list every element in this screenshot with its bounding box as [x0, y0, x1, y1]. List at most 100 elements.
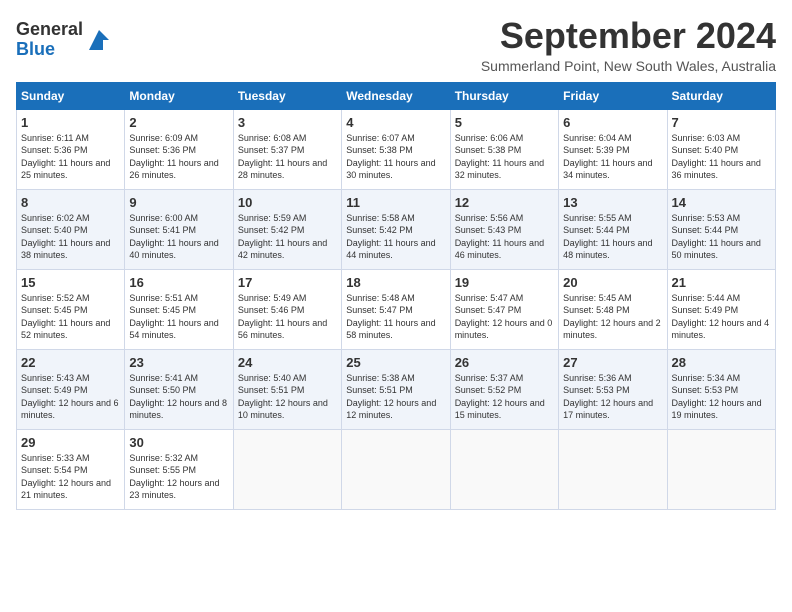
sunset-label: Sunset: 5:53 PM	[672, 385, 739, 395]
sunrise-label: Sunrise: 5:47 AM	[455, 293, 524, 303]
calendar-cell	[450, 429, 558, 509]
daylight-label: Daylight: 11 hours and 56 minutes.	[238, 318, 327, 341]
day-info: Sunrise: 5:38 AM Sunset: 5:51 PM Dayligh…	[346, 372, 445, 422]
sunset-label: Sunset: 5:55 PM	[129, 465, 196, 475]
day-number: 24	[238, 355, 337, 370]
day-number: 22	[21, 355, 120, 370]
calendar-cell: 16 Sunrise: 5:51 AM Sunset: 5:45 PM Dayl…	[125, 269, 233, 349]
calendar-cell	[233, 429, 341, 509]
calendar-cell: 26 Sunrise: 5:37 AM Sunset: 5:52 PM Dayl…	[450, 349, 558, 429]
sunset-label: Sunset: 5:43 PM	[455, 225, 522, 235]
calendar-week-row: 22 Sunrise: 5:43 AM Sunset: 5:49 PM Dayl…	[17, 349, 776, 429]
daylight-label: Daylight: 11 hours and 38 minutes.	[21, 238, 110, 261]
day-info: Sunrise: 5:34 AM Sunset: 5:53 PM Dayligh…	[672, 372, 771, 422]
weekday-header-monday: Monday	[125, 82, 233, 109]
calendar-cell: 23 Sunrise: 5:41 AM Sunset: 5:50 PM Dayl…	[125, 349, 233, 429]
weekday-header-saturday: Saturday	[667, 82, 775, 109]
calendar-cell	[667, 429, 775, 509]
calendar-table: SundayMondayTuesdayWednesdayThursdayFrid…	[16, 82, 776, 510]
day-number: 9	[129, 195, 228, 210]
sunset-label: Sunset: 5:41 PM	[129, 225, 196, 235]
sunset-label: Sunset: 5:42 PM	[346, 225, 413, 235]
daylight-label: Daylight: 11 hours and 58 minutes.	[346, 318, 435, 341]
sunrise-label: Sunrise: 5:51 AM	[129, 293, 198, 303]
calendar-cell: 21 Sunrise: 5:44 AM Sunset: 5:49 PM Dayl…	[667, 269, 775, 349]
calendar-week-row: 15 Sunrise: 5:52 AM Sunset: 5:45 PM Dayl…	[17, 269, 776, 349]
logo-icon	[85, 26, 113, 54]
day-info: Sunrise: 5:44 AM Sunset: 5:49 PM Dayligh…	[672, 292, 771, 342]
sunrise-label: Sunrise: 5:38 AM	[346, 373, 415, 383]
sunrise-label: Sunrise: 5:43 AM	[21, 373, 90, 383]
logo-blue-text: Blue	[16, 39, 55, 59]
day-number: 29	[21, 435, 120, 450]
sunset-label: Sunset: 5:48 PM	[563, 305, 630, 315]
day-number: 7	[672, 115, 771, 130]
day-number: 6	[563, 115, 662, 130]
sunset-label: Sunset: 5:50 PM	[129, 385, 196, 395]
sunrise-label: Sunrise: 5:49 AM	[238, 293, 307, 303]
calendar-cell: 24 Sunrise: 5:40 AM Sunset: 5:51 PM Dayl…	[233, 349, 341, 429]
calendar-cell: 27 Sunrise: 5:36 AM Sunset: 5:53 PM Dayl…	[559, 349, 667, 429]
day-info: Sunrise: 5:36 AM Sunset: 5:53 PM Dayligh…	[563, 372, 662, 422]
sunset-label: Sunset: 5:38 PM	[346, 145, 413, 155]
sunset-label: Sunset: 5:42 PM	[238, 225, 305, 235]
sunset-label: Sunset: 5:51 PM	[346, 385, 413, 395]
day-number: 23	[129, 355, 228, 370]
sunset-label: Sunset: 5:39 PM	[563, 145, 630, 155]
day-info: Sunrise: 5:49 AM Sunset: 5:46 PM Dayligh…	[238, 292, 337, 342]
day-number: 12	[455, 195, 554, 210]
page-header: General Blue September 2024 Summerland P…	[16, 16, 776, 74]
sunset-label: Sunset: 5:52 PM	[455, 385, 522, 395]
day-info: Sunrise: 5:37 AM Sunset: 5:52 PM Dayligh…	[455, 372, 554, 422]
daylight-label: Daylight: 12 hours and 21 minutes.	[21, 478, 111, 501]
daylight-label: Daylight: 11 hours and 32 minutes.	[455, 158, 544, 181]
day-number: 1	[21, 115, 120, 130]
day-info: Sunrise: 6:03 AM Sunset: 5:40 PM Dayligh…	[672, 132, 771, 182]
day-number: 16	[129, 275, 228, 290]
daylight-label: Daylight: 12 hours and 19 minutes.	[672, 398, 762, 421]
sunrise-label: Sunrise: 5:53 AM	[672, 213, 741, 223]
daylight-label: Daylight: 11 hours and 34 minutes.	[563, 158, 652, 181]
sunrise-label: Sunrise: 6:07 AM	[346, 133, 415, 143]
weekday-header-wednesday: Wednesday	[342, 82, 450, 109]
calendar-cell: 15 Sunrise: 5:52 AM Sunset: 5:45 PM Dayl…	[17, 269, 125, 349]
daylight-label: Daylight: 12 hours and 17 minutes.	[563, 398, 653, 421]
daylight-label: Daylight: 12 hours and 10 minutes.	[238, 398, 328, 421]
sunrise-label: Sunrise: 6:11 AM	[21, 133, 89, 143]
sunrise-label: Sunrise: 5:33 AM	[21, 453, 90, 463]
location-subtitle: Summerland Point, New South Wales, Austr…	[481, 58, 776, 74]
daylight-label: Daylight: 11 hours and 40 minutes.	[129, 238, 218, 261]
calendar-cell: 2 Sunrise: 6:09 AM Sunset: 5:36 PM Dayli…	[125, 109, 233, 189]
sunrise-label: Sunrise: 5:48 AM	[346, 293, 415, 303]
sunset-label: Sunset: 5:53 PM	[563, 385, 630, 395]
sunrise-label: Sunrise: 5:59 AM	[238, 213, 307, 223]
daylight-label: Daylight: 11 hours and 42 minutes.	[238, 238, 327, 261]
calendar-cell: 12 Sunrise: 5:56 AM Sunset: 5:43 PM Dayl…	[450, 189, 558, 269]
day-number: 27	[563, 355, 662, 370]
daylight-label: Daylight: 12 hours and 15 minutes.	[455, 398, 545, 421]
day-number: 3	[238, 115, 337, 130]
day-number: 14	[672, 195, 771, 210]
sunrise-label: Sunrise: 5:52 AM	[21, 293, 90, 303]
sunset-label: Sunset: 5:44 PM	[672, 225, 739, 235]
day-number: 13	[563, 195, 662, 210]
day-number: 15	[21, 275, 120, 290]
day-info: Sunrise: 5:48 AM Sunset: 5:47 PM Dayligh…	[346, 292, 445, 342]
day-number: 11	[346, 195, 445, 210]
day-info: Sunrise: 5:40 AM Sunset: 5:51 PM Dayligh…	[238, 372, 337, 422]
daylight-label: Daylight: 11 hours and 36 minutes.	[672, 158, 761, 181]
daylight-label: Daylight: 12 hours and 8 minutes.	[129, 398, 227, 421]
calendar-week-row: 1 Sunrise: 6:11 AM Sunset: 5:36 PM Dayli…	[17, 109, 776, 189]
calendar-cell: 22 Sunrise: 5:43 AM Sunset: 5:49 PM Dayl…	[17, 349, 125, 429]
sunset-label: Sunset: 5:44 PM	[563, 225, 630, 235]
sunset-label: Sunset: 5:36 PM	[129, 145, 196, 155]
sunrise-label: Sunrise: 5:58 AM	[346, 213, 415, 223]
sunrise-label: Sunrise: 5:40 AM	[238, 373, 307, 383]
sunset-label: Sunset: 5:51 PM	[238, 385, 305, 395]
sunrise-label: Sunrise: 5:44 AM	[672, 293, 741, 303]
weekday-header-row: SundayMondayTuesdayWednesdayThursdayFrid…	[17, 82, 776, 109]
daylight-label: Daylight: 11 hours and 26 minutes.	[129, 158, 218, 181]
calendar-cell: 20 Sunrise: 5:45 AM Sunset: 5:48 PM Dayl…	[559, 269, 667, 349]
day-info: Sunrise: 5:45 AM Sunset: 5:48 PM Dayligh…	[563, 292, 662, 342]
calendar-cell: 5 Sunrise: 6:06 AM Sunset: 5:38 PM Dayli…	[450, 109, 558, 189]
